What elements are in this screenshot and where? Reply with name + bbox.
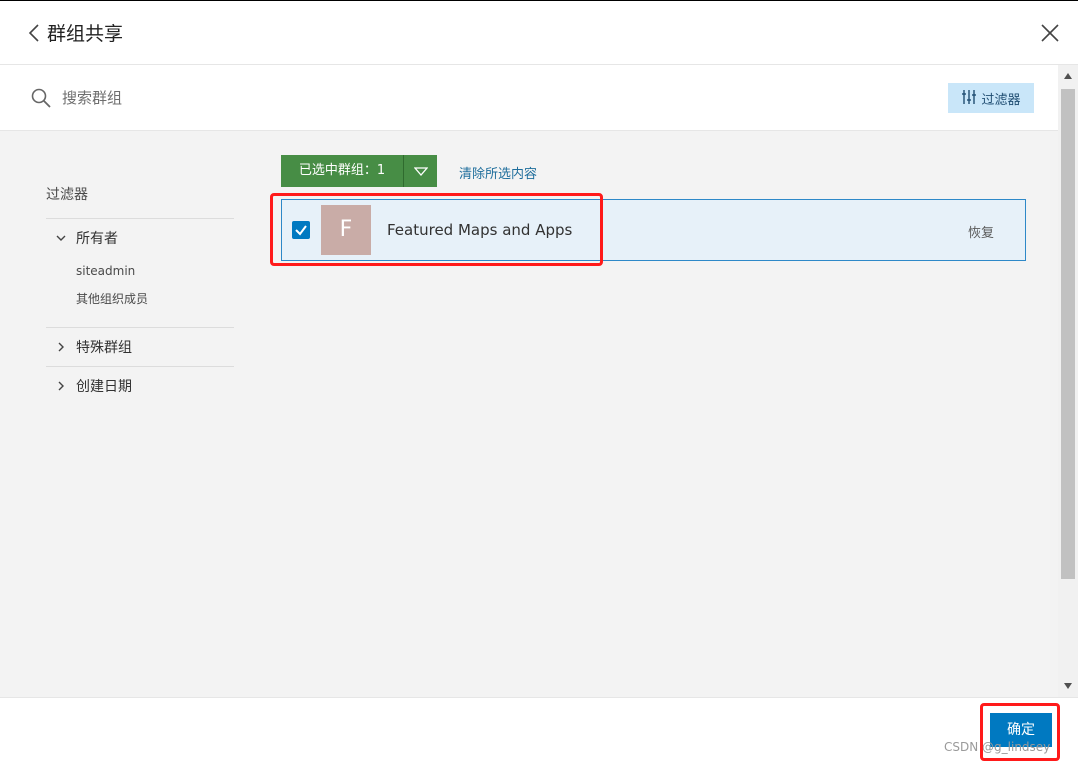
scrollbar[interactable] [1058,65,1078,697]
facet-owner-header[interactable]: 所有者 [46,219,234,257]
facet-special-groups-label: 特殊群组 [76,340,132,356]
group-checkbox[interactable] [292,221,310,239]
watermark: CSDN @g_lindsey [944,740,1051,754]
search-icon [30,87,52,109]
scroll-thumb[interactable] [1061,89,1075,579]
search-input[interactable] [62,85,562,111]
facet-special-groups-header[interactable]: 特殊群组 [46,328,234,366]
content-area: 过滤器 所有者 siteadmin 其他组织成员 特殊群组 创建日期 已选中群组… [0,131,1058,697]
facet-created-date-label: 创建日期 [76,379,132,395]
group-name: Featured Maps and Apps [387,221,573,239]
search-row: 过滤器 [0,65,1058,131]
facet-owner-items: siteadmin 其他组织成员 [46,257,234,327]
dialog-title: 群组共享 [47,23,124,45]
dialog-footer: 确定 CSDN @g_lindsey [0,697,1078,764]
checkmark-icon [295,225,307,236]
facet-owner: 所有者 siteadmin 其他组织成员 [46,219,234,328]
selected-groups-bar: 已选中群组：1 [281,155,437,187]
selected-groups-dropdown[interactable] [403,155,437,187]
chevron-down-icon [54,231,76,245]
chevron-right-icon [54,340,76,354]
selected-groups-button[interactable]: 已选中群组：1 [281,155,403,187]
dialog-header: 群组共享 [0,1,1078,65]
filters-title: 过滤器 [46,181,234,219]
close-icon[interactable] [1038,21,1062,45]
facet-created-date-header[interactable]: 创建日期 [46,367,234,405]
facet-item-siteadmin[interactable]: siteadmin [76,257,234,285]
scroll-down-arrow-icon[interactable] [1058,675,1078,697]
chevron-right-icon [54,379,76,393]
facet-owner-label: 所有者 [76,231,118,247]
filter-toggle-label: 过滤器 [981,91,1021,107]
facet-created-date: 创建日期 [46,367,234,405]
filter-toggle-button[interactable]: 过滤器 [948,83,1034,113]
group-sharing-dialog: 群组共享 过滤器 过滤器 [0,0,1078,764]
group-list-item[interactable]: F Featured Maps and Apps 恢复 [281,199,1026,261]
sliders-icon [961,89,977,108]
group-thumbnail: F [321,205,371,255]
clear-selection-link[interactable]: 清除所选内容 [459,163,537,182]
facet-special-groups: 特殊群组 [46,328,234,367]
caret-down-icon [413,162,428,181]
filters-panel: 过滤器 所有者 siteadmin 其他组织成员 特殊群组 创建日期 [46,181,234,405]
back-icon[interactable] [26,21,46,45]
scroll-up-arrow-icon[interactable] [1058,65,1078,87]
group-restore-link[interactable]: 恢复 [968,222,994,241]
facet-item-other-members[interactable]: 其他组织成员 [76,285,234,313]
